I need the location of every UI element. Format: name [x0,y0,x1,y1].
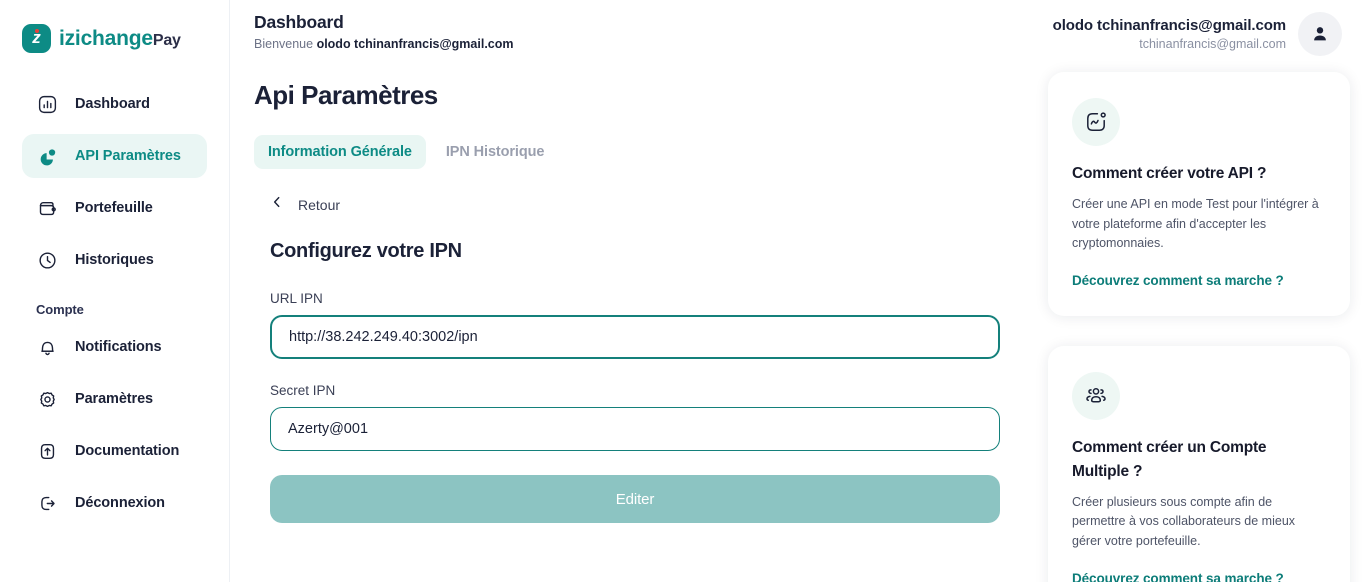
brand-mark-icon: z [22,23,51,53]
info-card-title: Comment créer votre API ? [1072,165,1267,182]
editer-button[interactable]: Editer [270,475,1000,523]
clock-icon [36,249,58,271]
sidebar-item-historiques[interactable]: Historiques [22,238,207,282]
user-email: tchinanfrancis@gmail.com [1139,37,1286,51]
info-card-link[interactable]: Découvrez comment sa marche ? [1072,273,1326,288]
sidebar-item-label: Notifications [75,339,162,355]
brand-wordmark: izichangePay [59,28,181,49]
brand-name-primary: izichange [59,26,153,50]
sidebar-item-portefeuille[interactable]: Portefeuille [22,186,207,230]
back-label: Retour [298,196,341,213]
brand-logo[interactable]: z izichangePay [0,0,229,60]
sidebar-section-compte: Compte [36,302,84,317]
user-info: olodo tchinanfrancis@gmail.com tchinanfr… [1053,17,1286,51]
topbar-kicker: Dashboard [254,12,344,32]
chevron-left-icon [270,195,284,214]
gear-icon [36,388,58,410]
welcome-text: Bienvenue olodo tchinanfrancis@gmail.com [254,37,514,51]
info-card-description: Créer plusieurs sous compte afin de perm… [1072,494,1296,548]
url-ipn-input[interactable] [270,315,1000,359]
topbar-left: Dashboard Bienvenue olodo tchinanfrancis… [254,12,514,51]
brand-mark-letter: z [32,28,41,47]
avatar[interactable] [1298,12,1342,56]
sidebar-item-deconnexion[interactable]: Déconnexion [22,481,207,525]
info-cards-column: Comment créer votre API ? Créer une API … [1048,72,1350,582]
secret-ipn-input[interactable] [270,407,1000,451]
main-area: Dashboard Bienvenue olodo tchinanfrancis… [230,0,1366,582]
sidebar-item-label: Déconnexion [75,495,165,511]
brand-name-secondary: Pay [152,31,181,49]
info-card-description: Créer une API en mode Test pour l'intégr… [1072,197,1319,250]
info-card-compte-multiple: Comment créer un Compte Multiple ? Créer… [1048,346,1350,582]
topbar-right: olodo tchinanfrancis@gmail.com tchinanfr… [1053,12,1342,56]
sidebar-nav: Dashboard API Paramètres Portefeuille Hi… [0,82,229,525]
info-card-title: Comment créer un Compte Multiple ? [1072,439,1267,480]
users-group-icon [1072,372,1120,421]
sidebar-item-label: Portefeuille [75,200,153,216]
sidebar-item-api-parametres[interactable]: API Paramètres [22,134,207,178]
sidebar-item-documentation[interactable]: Documentation [22,429,207,473]
welcome-user: olodo tchinanfrancis@gmail.com [316,36,514,51]
bell-icon [36,336,58,358]
url-ipn-label: URL IPN [270,291,323,306]
activity-chart-icon [1072,98,1120,146]
info-card-link[interactable]: Découvrez comment sa marche ? [1072,571,1326,582]
secret-ipn-label: Secret IPN [270,383,336,398]
sidebar-item-notifications[interactable]: Notifications [22,325,207,369]
chart-bar-icon [36,93,58,115]
tab-ipn-historique[interactable]: IPN Historique [432,135,559,169]
sidebar-item-label: API Paramètres [75,148,181,164]
topbar: Dashboard Bienvenue olodo tchinanfrancis… [230,0,1366,62]
document-upload-icon [36,440,58,462]
logout-icon [36,492,58,514]
welcome-prefix: Bienvenue [254,36,314,51]
wallet-icon [36,197,58,219]
sidebar-item-dashboard[interactable]: Dashboard [22,82,207,126]
sidebar-item-label: Paramètres [75,391,153,407]
pie-chart-icon [36,145,58,167]
sidebar-item-parametres[interactable]: Paramètres [22,377,207,421]
info-card-api: Comment créer votre API ? Créer une API … [1048,72,1350,317]
user-name: olodo tchinanfrancis@gmail.com [1052,17,1286,34]
sidebar: z izichangePay Dashboard API Paramètres … [0,0,230,582]
sidebar-item-label: Dashboard [75,96,150,112]
sidebar-item-label: Documentation [75,443,180,459]
ipn-form: URL IPN Secret IPN Editer [270,291,1000,523]
tab-information-generale[interactable]: Information Générale [254,135,426,169]
user-avatar-icon [1314,27,1326,41]
sidebar-item-label: Historiques [75,252,154,268]
app-root: z izichangePay Dashboard API Paramètres … [0,0,1366,582]
